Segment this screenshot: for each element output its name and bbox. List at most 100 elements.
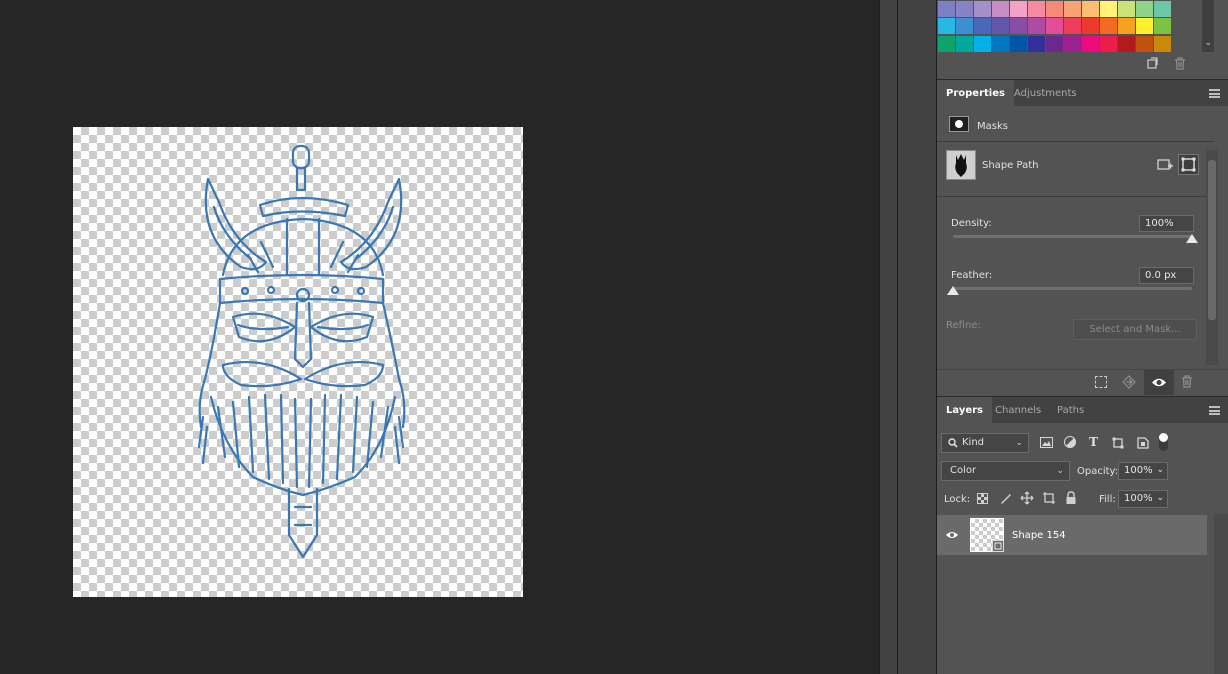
color-swatch[interactable]	[1082, 18, 1099, 34]
color-swatch[interactable]	[1154, 36, 1171, 52]
masks-row[interactable]: Masks	[937, 107, 1214, 141]
type-layer-filter-icon[interactable]: T	[1089, 435, 1098, 449]
color-swatch[interactable]	[992, 18, 1009, 34]
fill-label: Fill:	[1099, 494, 1116, 505]
apply-mask-icon[interactable]	[1122, 375, 1136, 392]
opacity-value: 100%	[1124, 465, 1153, 476]
properties-scrollbar[interactable]	[1206, 150, 1218, 365]
color-swatch[interactable]	[1100, 1, 1117, 17]
color-swatch[interactable]	[974, 1, 991, 17]
opacity-label: Opacity:	[1077, 466, 1119, 477]
filter-toggle-switch[interactable]	[1159, 433, 1168, 451]
chevron-down-icon: ⌄	[1015, 438, 1023, 448]
density-field[interactable]: 100%	[1139, 215, 1194, 232]
feather-label: Feather:	[951, 270, 993, 281]
chevron-down-icon: ⌄	[1056, 466, 1064, 476]
color-swatch[interactable]	[938, 36, 955, 52]
lock-image-pixels-icon[interactable]	[999, 492, 1012, 508]
color-swatch[interactable]	[1046, 36, 1063, 52]
layer-name[interactable]: Shape 154	[1012, 530, 1066, 541]
refine-label: Refine:	[946, 320, 981, 331]
smart-object-filter-icon[interactable]	[1137, 436, 1149, 452]
color-swatch[interactable]	[1028, 36, 1045, 52]
color-swatch[interactable]	[1136, 1, 1153, 17]
color-swatch[interactable]	[938, 1, 955, 17]
fill-field[interactable]: 100% ⌄	[1118, 490, 1168, 508]
color-swatch[interactable]	[974, 18, 991, 34]
color-swatch[interactable]	[938, 18, 955, 34]
color-swatch[interactable]	[1100, 18, 1117, 34]
color-swatch[interactable]	[1064, 18, 1081, 34]
lock-position-icon[interactable]	[1020, 491, 1034, 508]
select-and-mask-button[interactable]: Select and Mask...	[1073, 319, 1197, 340]
color-swatch[interactable]	[956, 1, 973, 17]
tab-paths[interactable]: Paths	[1048, 397, 1093, 424]
eye-icon[interactable]	[945, 529, 959, 544]
layer-filter-dropdown[interactable]: Kind ⌄	[941, 433, 1029, 453]
load-selection-icon[interactable]	[1095, 376, 1107, 388]
color-swatch[interactable]	[1046, 1, 1063, 17]
color-swatch[interactable]	[956, 36, 973, 52]
tab-adjustments[interactable]: Adjustments	[1005, 80, 1086, 107]
tab-layers[interactable]: Layers	[937, 397, 992, 424]
chevron-down-icon[interactable]: ⌄	[1156, 463, 1164, 478]
vector-mask-icon[interactable]	[1178, 154, 1199, 175]
color-swatch[interactable]	[1028, 18, 1045, 34]
lock-transparent-pixels-icon[interactable]	[977, 493, 988, 504]
layers-scrollbar[interactable]	[1214, 514, 1228, 674]
blend-mode-dropdown[interactable]: Color ⌄	[941, 461, 1070, 481]
eye-icon[interactable]	[1144, 370, 1174, 395]
density-slider-track[interactable]	[953, 235, 1192, 238]
color-swatch[interactable]	[1154, 1, 1171, 17]
adjustment-layer-filter-icon[interactable]	[1064, 436, 1076, 448]
lock-artboard-icon[interactable]	[1042, 491, 1056, 508]
color-swatch[interactable]	[1082, 1, 1099, 17]
density-slider-thumb[interactable]	[1186, 234, 1198, 243]
color-swatch[interactable]	[1010, 18, 1027, 34]
scroll-down-icon[interactable]: ⌄	[1204, 36, 1212, 50]
panel-menu-icon[interactable]	[1209, 89, 1220, 98]
shape-path-row[interactable]: Shape Path	[937, 142, 1214, 190]
color-swatch[interactable]	[1154, 18, 1171, 34]
shape-path-label: Shape Path	[982, 160, 1039, 171]
shape-layer-filter-icon[interactable]	[1112, 437, 1124, 452]
new-swatch-icon[interactable]	[1145, 57, 1159, 72]
feather-slider-track[interactable]	[953, 287, 1192, 290]
color-swatch[interactable]	[1118, 18, 1135, 34]
layer-row[interactable]: Shape 154	[937, 515, 1207, 555]
color-swatch[interactable]	[1010, 36, 1027, 52]
color-swatch[interactable]	[1136, 18, 1153, 34]
trash-icon[interactable]	[1173, 57, 1187, 73]
color-swatch[interactable]	[974, 36, 991, 52]
color-swatch[interactable]	[1064, 1, 1081, 17]
color-swatch[interactable]	[1046, 18, 1063, 34]
color-swatch[interactable]	[1136, 36, 1153, 52]
opacity-field[interactable]: 100% ⌄	[1118, 462, 1168, 480]
feather-field[interactable]: 0.0 px	[1139, 267, 1194, 284]
properties-footer	[937, 369, 1228, 395]
color-swatch[interactable]	[1010, 1, 1027, 17]
color-swatch[interactable]	[1064, 36, 1081, 52]
add-vector-mask-icon[interactable]	[1156, 156, 1174, 174]
feather-slider-thumb[interactable]	[947, 286, 959, 295]
document-canvas[interactable]	[73, 127, 523, 597]
lock-all-icon[interactable]	[1065, 491, 1077, 508]
color-swatch[interactable]	[1118, 1, 1135, 17]
pixel-mask-icon	[949, 116, 969, 132]
tab-properties[interactable]: Properties	[937, 80, 1014, 107]
trash-icon[interactable]	[1181, 375, 1193, 391]
pixel-layer-filter-icon[interactable]	[1040, 437, 1053, 451]
color-swatch[interactable]	[1100, 36, 1117, 52]
chevron-down-icon[interactable]: ⌄	[1156, 491, 1164, 506]
layer-thumbnail[interactable]	[970, 518, 1004, 552]
document-workspace[interactable]	[0, 0, 879, 674]
color-swatch[interactable]	[1082, 36, 1099, 52]
color-swatch[interactable]	[1118, 36, 1135, 52]
color-swatch[interactable]	[956, 18, 973, 34]
color-swatch[interactable]	[992, 36, 1009, 52]
color-swatch[interactable]	[1028, 1, 1045, 17]
tab-channels[interactable]: Channels	[986, 397, 1050, 424]
panel-menu-icon[interactable]	[1209, 406, 1220, 415]
color-swatch[interactable]	[992, 1, 1009, 17]
lock-label: Lock:	[944, 494, 971, 505]
